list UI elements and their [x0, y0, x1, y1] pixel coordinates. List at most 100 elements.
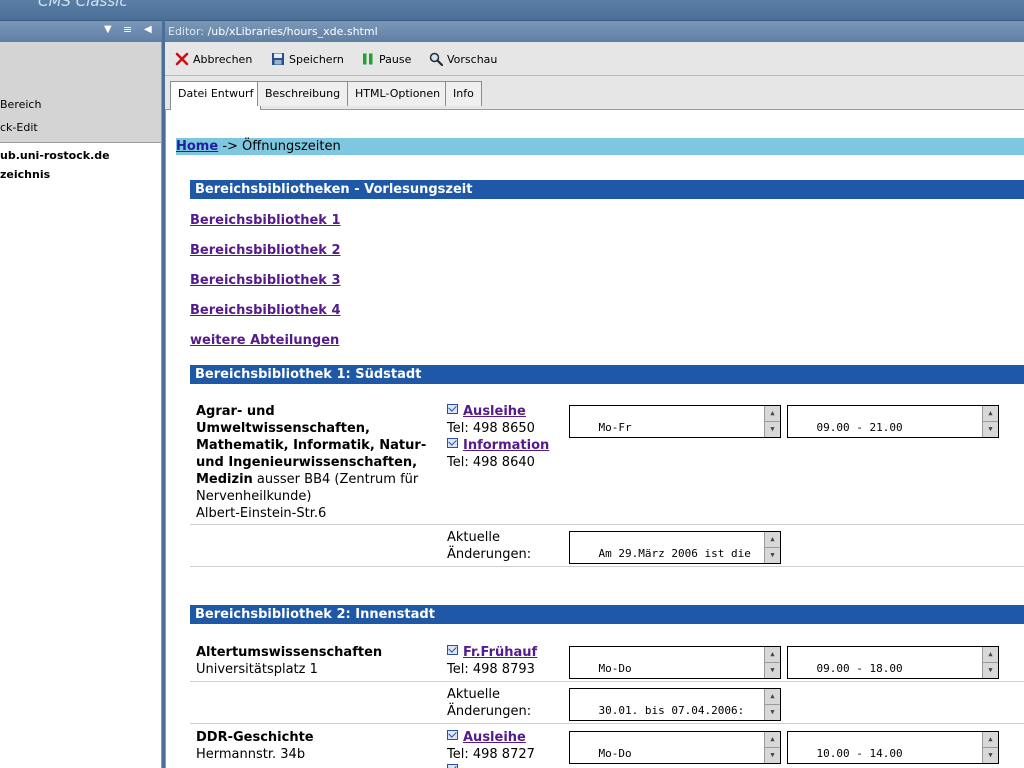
bb2a-changes-textarea[interactable]: 30.01. bis 07.04.2006: Mo 09.00 - 12.00 … — [569, 688, 781, 721]
collapse-left-icon[interactable]: ◀ — [144, 24, 152, 35]
save-icon — [272, 53, 284, 65]
bb2b-tel: Tel: 498 8727 — [447, 747, 535, 762]
editor-path-value: /ub/xLibraries/hours_xde.shtml — [207, 25, 378, 38]
pause-label: Pause — [379, 52, 412, 66]
bb1-tel-2: Tel: 498 8640 — [447, 455, 535, 470]
chevron-down-icon[interactable]: ▼ — [104, 24, 112, 35]
bb2a-changes-label: Aktuelle Änderungen: — [447, 686, 531, 720]
editor-path-label: Editor: — [168, 25, 205, 38]
bb1-tel-1: Tel: 498 8650 — [447, 421, 535, 436]
pause-icon — [363, 53, 373, 65]
scroll-down-icon[interactable]: ▼ — [765, 705, 780, 721]
preview-button[interactable]: Vorschau — [429, 51, 497, 67]
scroll-up-icon[interactable]: ▲ — [765, 532, 780, 548]
tree-item-directory[interactable]: zeichnis — [0, 168, 50, 181]
editor-path: Editor: /ub/xLibraries/hours_xde.shtml — [168, 25, 378, 38]
scroll-up-icon[interactable]: ▲ — [765, 732, 780, 748]
bb1-hours-textarea[interactable]: 09.00 - 21.00 10.00 - 16.00 ▲▼ — [787, 405, 999, 438]
mail-icon — [447, 404, 458, 414]
scrollbar[interactable]: ▲ ▼ — [764, 532, 780, 563]
link-bereichsbibliothek-2[interactable]: Bereichsbibliothek 2 — [190, 243, 341, 258]
section-header-bb1: Bereichsbibliothek 1: Südstadt — [190, 365, 1024, 384]
scroll-up-icon[interactable]: ▲ — [983, 732, 998, 748]
bb2a-days-textarea[interactable]: Mo-Do Fr ▲▼ — [569, 646, 781, 679]
bb2b-hours: 10.00 - 14.00 09.00 - 12.00 — [790, 747, 903, 763]
mail-icon — [447, 438, 458, 448]
scroll-down-icon[interactable]: ▼ — [983, 663, 998, 679]
tab-beschreibung[interactable]: Beschreibung — [257, 81, 349, 106]
bb2a-changes-label-2: Änderungen: — [447, 704, 532, 719]
bb2b-address: Hermannstr. 34b — [196, 747, 306, 762]
link-bereichsbibliothek-1[interactable]: Bereichsbibliothek 1 — [190, 213, 341, 228]
link-weitere-abteilungen[interactable]: weitere Abteilungen — [190, 333, 339, 348]
scroll-down-icon[interactable]: ▼ — [765, 748, 780, 764]
scrollbar[interactable]: ▲ ▼ — [764, 406, 780, 437]
scrollbar[interactable]: ▲ ▼ — [764, 732, 780, 763]
scroll-down-icon[interactable]: ▼ — [765, 663, 780, 679]
scroll-down-icon[interactable]: ▼ — [765, 548, 780, 564]
section-header-main: Bereichsbibliotheken - Vorlesungszeit — [190, 180, 1024, 199]
left-panel-header: ▼ ≡ ◀ — [0, 20, 162, 42]
scroll-up-icon[interactable]: ▲ — [765, 406, 780, 422]
app-title: CMS Classic — [38, 0, 128, 10]
link-bereichsbibliothek-3[interactable]: Bereichsbibliothek 3 — [190, 273, 341, 288]
mail-icon — [447, 764, 458, 768]
bb1-hours: 09.00 - 21.00 10.00 - 16.00 — [790, 421, 903, 437]
bb2a-tel: Tel: 498 8793 — [447, 662, 535, 677]
save-button[interactable]: Speichern — [271, 51, 344, 67]
left-menu-item-bereich[interactable]: Bereich — [0, 98, 41, 111]
breadcrumb: Home -> Öffnungszeiten — [176, 138, 1024, 155]
document-preview: Home -> Öffnungszeiten Bereichsbibliothe… — [165, 110, 1024, 768]
bb1-changes-label: Aktuelle Änderungen: — [447, 529, 531, 563]
tab-info[interactable]: Info — [445, 81, 482, 106]
editor-toolbar: Abbrechen Speichern Pause Vorschau — [165, 42, 1024, 76]
left-menu-item-quick-edit[interactable]: ck-Edit — [0, 121, 38, 134]
mail-icon — [447, 645, 458, 655]
bb1-changes-label-1: Aktuelle — [447, 530, 500, 545]
scrollbar[interactable]: ▲ ▼ — [982, 732, 998, 763]
bb1-changes: Am 29.März 2006 ist die Bereichsbiblioth… — [572, 547, 764, 563]
editor-path-bar: Editor: /ub/xLibraries/hours_xde.shtml — [165, 20, 1024, 42]
app-title-bar: CMS Classic — [0, 0, 1024, 20]
tree-item-server[interactable]: ub.uni-rostock.de — [0, 149, 110, 162]
bb2a-changes: 30.01. bis 07.04.2006: Mo 09.00 - 12.00 — [572, 704, 745, 720]
scroll-down-icon[interactable]: ▼ — [983, 748, 998, 764]
bb2a-contact-link[interactable]: Fr.Frühauf — [463, 645, 537, 660]
scroll-up-icon[interactable]: ▲ — [983, 406, 998, 422]
cancel-button[interactable]: Abbrechen — [175, 51, 252, 67]
left-panel: Bereich ck-Edit ub.uni-rostock.de zeichn… — [0, 42, 162, 768]
scroll-down-icon[interactable]: ▼ — [983, 422, 998, 438]
bb1-days-textarea[interactable]: Mo-Fr Sa ▲▼ — [569, 405, 781, 438]
scrollbar[interactable]: ▲ ▼ — [764, 689, 780, 720]
breadcrumb-home-link[interactable]: Home — [176, 139, 218, 154]
link-bereichsbibliothek-4[interactable]: Bereichsbibliothek 4 — [190, 303, 341, 318]
bb1-address: Albert-Einstein-Str.6 — [196, 506, 327, 521]
bb2b-hours-textarea[interactable]: 10.00 - 14.00 09.00 - 12.00 ▲▼ — [787, 731, 999, 764]
scrollbar[interactable]: ▲ ▼ — [982, 647, 998, 678]
bb2b-days-textarea[interactable]: Mo-Do Fr ▲▼ — [569, 731, 781, 764]
tab-html-optionen[interactable]: HTML-Optionen — [347, 81, 449, 106]
tab-datei-entwurf[interactable]: Datei Entwurf — [170, 81, 262, 111]
scrollbar[interactable]: ▲ ▼ — [982, 406, 998, 437]
bb2a-hours-textarea[interactable]: 09.00 - 18.00 09.00 - 16.00 ▲▼ — [787, 646, 999, 679]
scroll-down-icon[interactable]: ▼ — [765, 422, 780, 438]
breadcrumb-current: Öffnungszeiten — [242, 139, 341, 154]
scroll-up-icon[interactable]: ▲ — [765, 689, 780, 705]
scroll-up-icon[interactable]: ▲ — [983, 647, 998, 663]
bb1-changes-textarea[interactable]: Am 29.März 2006 ist die Bereichsbiblioth… — [569, 531, 781, 564]
bb2b-days: Mo-Do Fr — [572, 747, 632, 763]
bb2a-changes-label-1: Aktuelle — [447, 687, 500, 702]
bb2b-contact-link[interactable]: Ausleihe — [463, 730, 526, 745]
section-header-bb2: Bereichsbibliothek 2: Innenstadt — [190, 605, 1024, 624]
pause-button[interactable]: Pause — [361, 51, 411, 67]
bb1-ausleihe-link[interactable]: Ausleihe — [463, 404, 526, 419]
preview-label: Vorschau — [447, 52, 498, 66]
scrollbar[interactable]: ▲ ▼ — [764, 647, 780, 678]
bb2b-name: DDR-Geschichte — [196, 730, 314, 745]
bb1-information-link[interactable]: Information — [463, 438, 549, 453]
bb2a-days: Mo-Do Fr — [572, 662, 632, 678]
bb1-changes-label-2: Änderungen: — [447, 547, 532, 562]
scroll-up-icon[interactable]: ▲ — [765, 647, 780, 663]
menu-icon[interactable]: ≡ — [123, 23, 132, 36]
row-divider — [190, 524, 1024, 525]
